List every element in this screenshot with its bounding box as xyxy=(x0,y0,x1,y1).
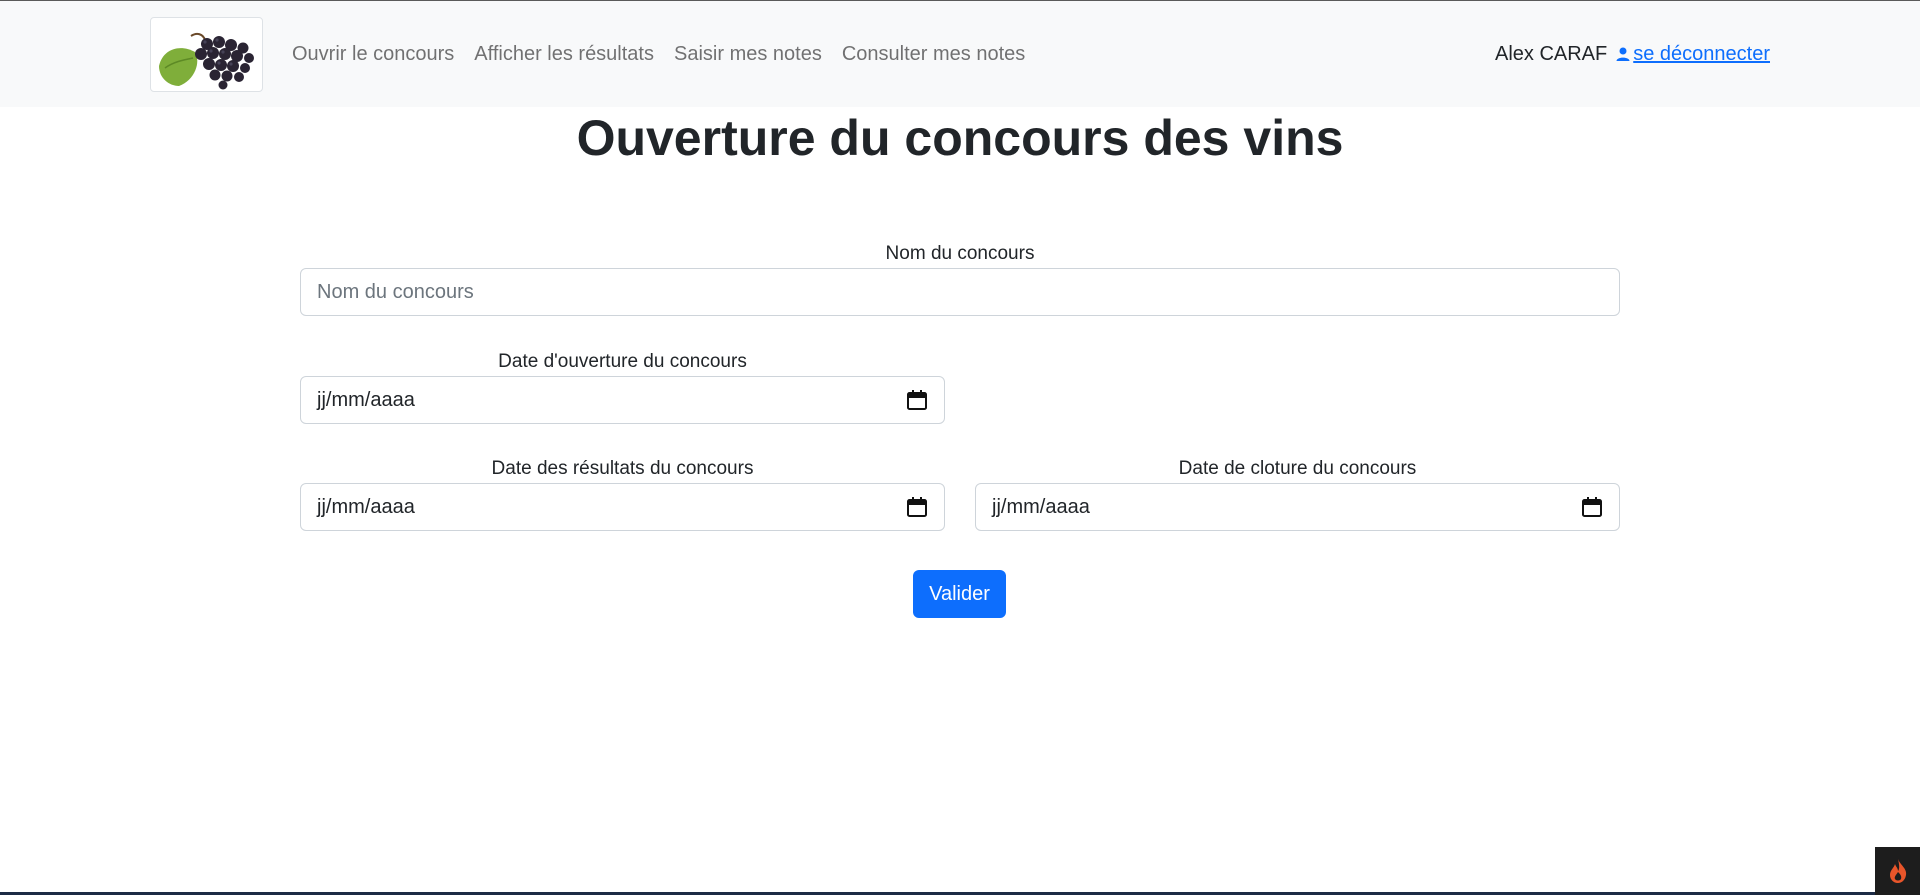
results-date-label: Date des résultats du concours xyxy=(491,458,754,479)
grapes-logo[interactable] xyxy=(150,17,263,92)
closing-date-input[interactable]: jj/mm/aaaa xyxy=(975,483,1620,531)
flame-icon xyxy=(1889,859,1906,883)
user-name: Alex CARAF xyxy=(1494,42,1608,65)
calendar-icon[interactable] xyxy=(1581,496,1603,518)
closing-date-value: jj/mm/aaaa xyxy=(992,495,1090,518)
results-date-value: jj/mm/aaaa xyxy=(317,495,415,518)
nav-link-view-grades[interactable]: Consulter mes notes xyxy=(842,43,1025,66)
tray-app-button[interactable] xyxy=(1875,847,1920,895)
opening-date-value: jj/mm/aaaa xyxy=(317,388,415,411)
grapes-logo-image xyxy=(159,32,254,90)
contest-name-placeholder: Nom du concours xyxy=(317,280,474,303)
logout-label: se déconnecter xyxy=(1633,42,1770,65)
user-area: Alex CARAF se déconnecter xyxy=(1495,1,1770,107)
page-title: Ouverture du concours des vins xyxy=(576,110,1344,166)
opening-date-input[interactable]: jj/mm/aaaa xyxy=(300,376,945,424)
opening-date-label: Date d'ouverture du concours xyxy=(498,351,747,372)
nav-links: Ouvrir le concours Afficher les résultat… xyxy=(292,1,1045,107)
logout-link[interactable]: se déconnecter xyxy=(1615,43,1770,66)
closing-date-label: Date de cloture du concours xyxy=(1178,458,1417,479)
navbar: Ouvrir le concours Afficher les résultat… xyxy=(0,1,1920,107)
results-date-input[interactable]: jj/mm/aaaa xyxy=(300,483,945,531)
contest-name-input[interactable]: Nom du concours xyxy=(300,268,1620,316)
nav-link-show-results[interactable]: Afficher les résultats xyxy=(474,43,654,66)
submit-button[interactable]: Valider xyxy=(913,570,1006,618)
contest-name-label: Nom du concours xyxy=(885,243,1035,264)
calendar-icon[interactable] xyxy=(906,496,928,518)
nav-link-open-contest[interactable]: Ouvrir le concours xyxy=(292,43,454,66)
person-icon xyxy=(1616,47,1630,61)
calendar-icon[interactable] xyxy=(906,389,928,411)
nav-link-enter-grades[interactable]: Saisir mes notes xyxy=(674,43,822,66)
